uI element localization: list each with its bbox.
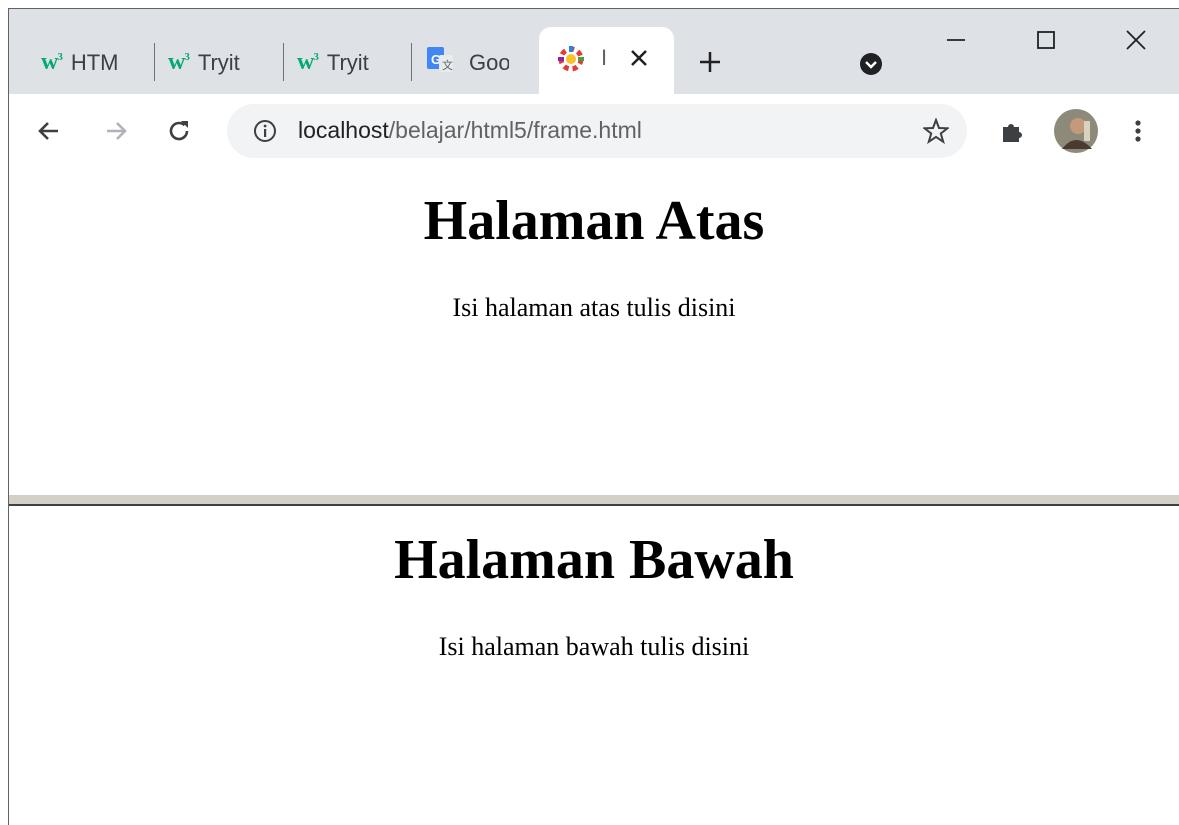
url-text: localhost/belajar/html5/frame.html [298, 117, 642, 144]
tab-active-frame[interactable]: I [539, 27, 674, 94]
tab-separator [411, 43, 412, 81]
top-frame-heading: Halaman Atas [423, 190, 765, 252]
google-translate-icon: G 文 [425, 45, 455, 81]
w3schools-icon: w3 [168, 49, 190, 75]
bottom-frame-heading: Halaman Bawah [394, 529, 794, 591]
svg-text:文: 文 [442, 58, 453, 72]
address-bar[interactable]: localhost/belajar/html5/frame.html [227, 104, 967, 158]
extensions-puzzle-icon[interactable] [997, 116, 1027, 146]
bookmark-star-icon[interactable] [921, 116, 951, 146]
tab-label: Tryit [197, 49, 240, 75]
avatar[interactable] [1053, 108, 1099, 154]
close-icon[interactable] [625, 44, 653, 72]
url-path: /belajar/html5/frame.html [388, 117, 642, 143]
url-host: localhost [298, 117, 389, 143]
close-window-icon[interactable] [1121, 25, 1151, 55]
bottom-frame-text: Isi halaman bawah tulis disini [438, 632, 750, 661]
browser-window: w3 HTM w3 Tryit w3 Tryit G 文 Goo I local… [8, 8, 1179, 825]
tab-google-translate[interactable]: G 文 Goo [425, 31, 533, 94]
back-arrow-icon[interactable] [34, 116, 64, 146]
tab-separator [283, 43, 284, 81]
reload-icon[interactable] [164, 116, 194, 146]
browser-toolbar: localhost/belajar/html5/frame.html [9, 94, 1179, 168]
frame-splitter[interactable] [9, 495, 1179, 506]
info-icon[interactable] [251, 117, 279, 145]
bottom-frame: Halaman Bawah Isi halaman bawah tulis di… [9, 506, 1179, 825]
top-frame-text: Isi halaman atas tulis disini [452, 293, 736, 322]
tab-strip: w3 HTM w3 Tryit w3 Tryit G 文 Goo I [9, 9, 1179, 94]
menu-kebab-icon[interactable] [1126, 116, 1150, 146]
tab-label: I [601, 45, 608, 70]
tab-label: Goo [469, 49, 509, 75]
tab-label: HTM [70, 49, 117, 75]
top-frame: Halaman Atas Isi halaman atas tulis disi… [9, 167, 1179, 495]
forward-arrow-icon[interactable] [101, 116, 131, 146]
tab-tryit-1[interactable]: w3 Tryit [168, 31, 280, 94]
gear-color-icon [555, 43, 587, 75]
tab-tryit-2[interactable]: w3 Tryit [297, 31, 409, 94]
tab-w3schools-html[interactable]: w3 HTM [41, 31, 153, 94]
w3schools-icon: w3 [297, 49, 319, 75]
new-tab-plus-icon[interactable] [694, 46, 726, 78]
minimize-icon[interactable] [941, 25, 971, 55]
maximize-icon[interactable] [1031, 25, 1061, 55]
w3schools-icon: w3 [41, 49, 63, 75]
tab-label: Tryit [326, 49, 369, 75]
tab-search-icon[interactable] [857, 50, 885, 78]
tab-separator [154, 43, 155, 81]
